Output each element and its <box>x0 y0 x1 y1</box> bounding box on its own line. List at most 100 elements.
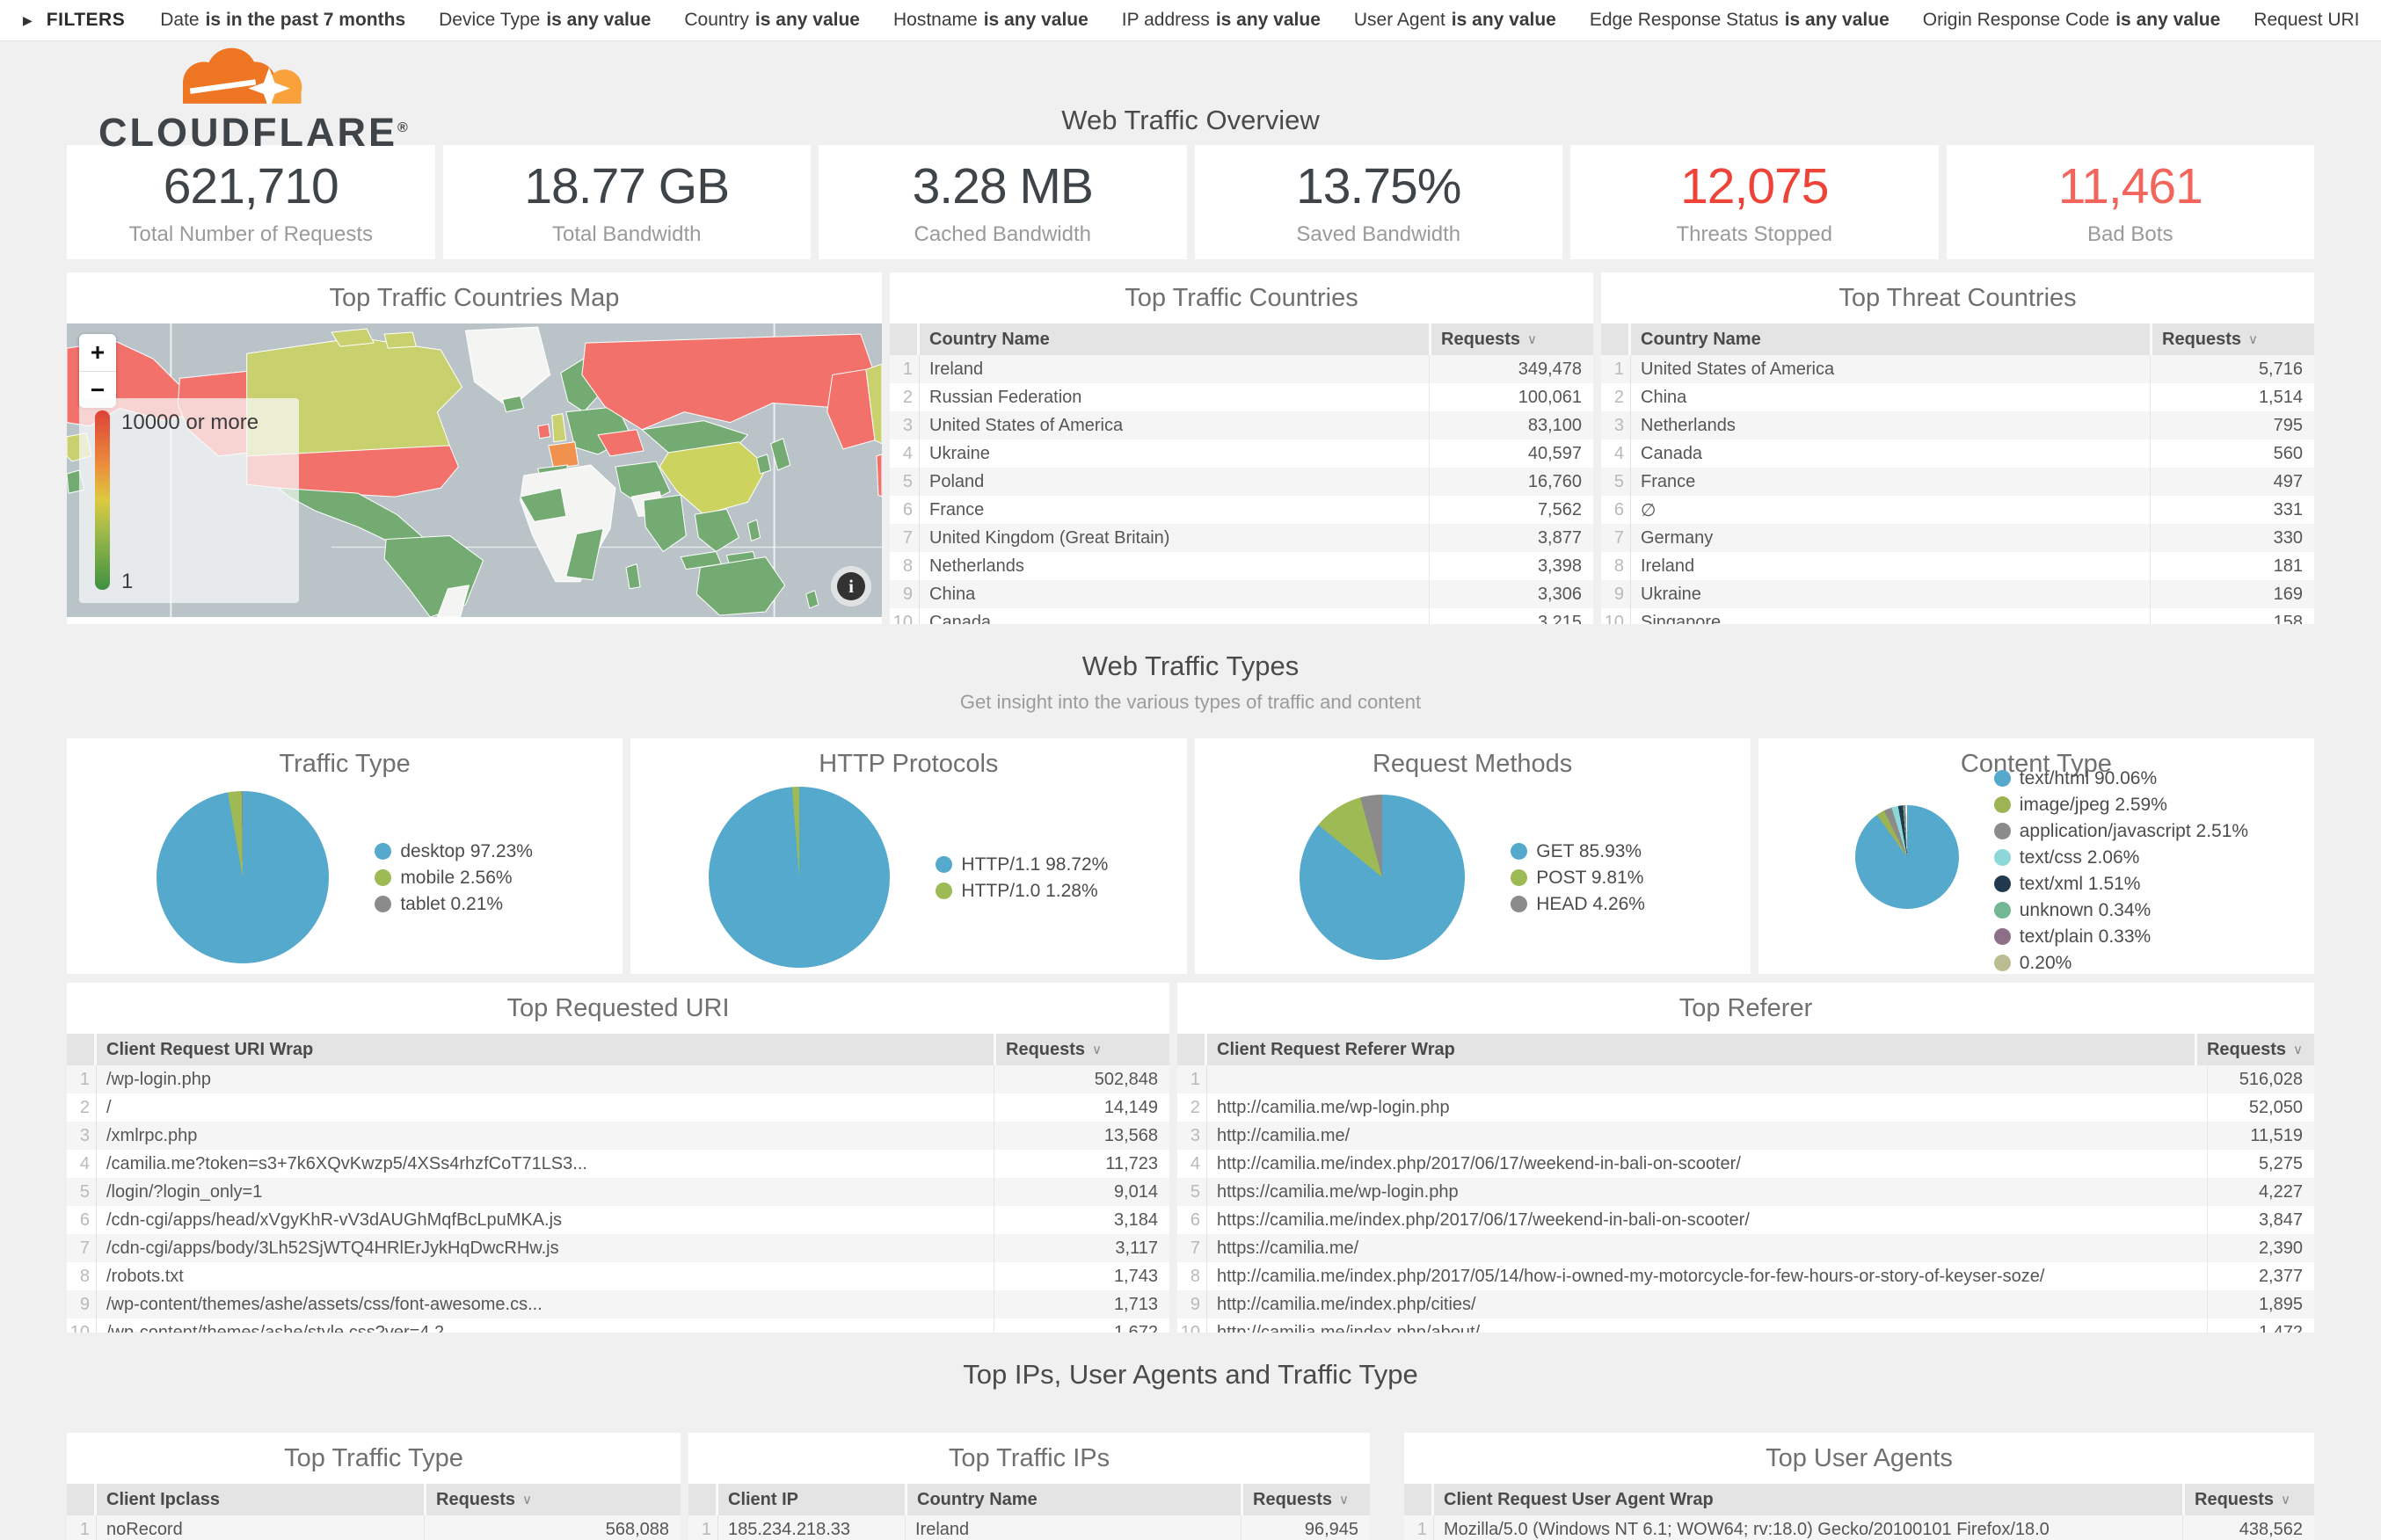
table-row[interactable]: 4 http://camilia.me/index.php/2017/06/17… <box>1177 1150 2314 1178</box>
filter-item[interactable]: Request URIis any value <box>2254 10 2358 31</box>
column-requests[interactable]: Requests∨ <box>1429 323 1593 355</box>
table-row[interactable]: 4 Ukraine 40,597 <box>890 439 1593 468</box>
table-row[interactable]: 5 /login/?login_only=1 9,014 <box>67 1178 1169 1206</box>
legend-item[interactable]: GET 85.93% <box>1511 840 1645 862</box>
table-row[interactable]: 5 Poland 16,760 <box>890 468 1593 496</box>
column-requests[interactable]: Requests∨ <box>2195 1034 2314 1065</box>
filter-item[interactable]: Hostnameis any value <box>893 10 1089 31</box>
table-row[interactable]: 9 Ukraine 169 <box>1601 580 2314 608</box>
filter-item[interactable]: IP addressis any value <box>1122 10 1321 31</box>
column-requests[interactable]: Requests∨ <box>1241 1484 1370 1515</box>
table-row[interactable]: 2 / 14,149 <box>67 1093 1169 1122</box>
table-row[interactable]: 1 Ireland 349,478 <box>890 355 1593 383</box>
filter-item[interactable]: Origin Response Codeis any value <box>1923 10 2221 31</box>
filter-value: is any value <box>1452 10 1556 30</box>
column-user-agent[interactable]: Client Request User Agent Wrap <box>1434 1484 2182 1515</box>
table-row[interactable]: 3 http://camilia.me/ 11,519 <box>1177 1122 2314 1150</box>
table-row[interactable]: 1 Mozilla/5.0 (Windows NT 6.1; WOW64; rv… <box>1404 1515 2314 1540</box>
stat-tile: 621,710 Total Number of Requests <box>67 145 435 259</box>
column-ipclass[interactable]: Client Ipclass <box>97 1484 424 1515</box>
column-requests[interactable]: Requests∨ <box>424 1484 681 1515</box>
table-row[interactable]: 10 Canada 3,215 <box>890 608 1593 624</box>
table-row[interactable]: 1 United States of America 5,716 <box>1601 355 2314 383</box>
table-row[interactable]: 9 China 3,306 <box>890 580 1593 608</box>
table-row[interactable]: 6 France 7,562 <box>890 496 1593 524</box>
filters-label[interactable]: FILTERS <box>47 10 125 31</box>
table-row[interactable]: 9 /wp-content/themes/ashe/assets/css/fon… <box>67 1290 1169 1318</box>
legend-item[interactable]: unknown 0.34% <box>1994 899 2248 921</box>
table-body: 1 185.234.218.33 Ireland 96,945 <box>688 1515 1370 1540</box>
filter-item[interactable]: Countryis any value <box>684 10 860 31</box>
table-row[interactable]: 1 185.234.218.33 Ireland 96,945 <box>688 1515 1370 1540</box>
legend-item[interactable]: text/css 2.06% <box>1994 846 2248 868</box>
table-row[interactable]: 2 Russian Federation 100,061 <box>890 383 1593 411</box>
column-requests[interactable]: Requests∨ <box>994 1034 1169 1065</box>
table-row[interactable]: 6 ∅ 331 <box>1601 496 2314 524</box>
column-country-name[interactable]: Country Name <box>920 323 1429 355</box>
table-row[interactable]: 3 United States of America 83,100 <box>890 411 1593 439</box>
zoom-in-button[interactable]: + <box>79 334 116 371</box>
table-row[interactable]: 5 France 497 <box>1601 468 2314 496</box>
legend-item[interactable]: image/jpeg 2.59% <box>1994 794 2248 816</box>
table-row[interactable]: 7 Germany 330 <box>1601 524 2314 552</box>
table-row[interactable]: 10 /wp-content/themes/ashe/style.css?ver… <box>67 1318 1169 1333</box>
table-row[interactable]: 2 http://camilia.me/wp-login.php 52,050 <box>1177 1093 2314 1122</box>
traffic-type-pie-chart[interactable] <box>157 791 329 963</box>
column-referer[interactable]: Client Request Referer Wrap <box>1207 1034 2195 1065</box>
http-protocols-pie-chart[interactable] <box>709 787 890 968</box>
table-row[interactable]: 6 /cdn-cgi/apps/head/xVgyKhR-vV3dAUGhMqf… <box>67 1206 1169 1234</box>
table-row[interactable]: 6 https://camilia.me/index.php/2017/06/1… <box>1177 1206 2314 1234</box>
table-row[interactable]: 3 Netherlands 795 <box>1601 411 2314 439</box>
table-row[interactable]: 7 /cdn-cgi/apps/body/3Lh52SjWTQ4HRlErJyk… <box>67 1234 1169 1262</box>
legend-item[interactable]: desktop 97.23% <box>375 840 533 862</box>
country-name: Singapore <box>1631 608 2150 624</box>
filters-expand-icon[interactable]: ▶ <box>23 13 33 28</box>
request-methods-pie-chart[interactable] <box>1300 795 1465 960</box>
table-row[interactable]: 3 /xmlrpc.php 13,568 <box>67 1122 1169 1150</box>
legend-item[interactable]: HTTP/1.1 98.72% <box>936 854 1108 875</box>
requests-value: 11,519 <box>2207 1122 2314 1150</box>
legend-item[interactable]: mobile 2.56% <box>375 867 533 889</box>
table-row[interactable]: 8 http://camilia.me/index.php/2017/05/14… <box>1177 1262 2314 1290</box>
table-row[interactable]: 10 http://camilia.me/index.php/about/ 1,… <box>1177 1318 2314 1333</box>
table-row[interactable]: 8 Ireland 181 <box>1601 552 2314 580</box>
legend-item[interactable]: text/plain 0.33% <box>1994 926 2248 948</box>
filter-item[interactable]: Edge Response Statusis any value <box>1590 10 1890 31</box>
table-row[interactable]: 9 http://camilia.me/index.php/cities/ 1,… <box>1177 1290 2314 1318</box>
table-row[interactable]: 1 516,028 <box>1177 1065 2314 1093</box>
table-row[interactable]: 5 https://camilia.me/wp-login.php 4,227 <box>1177 1178 2314 1206</box>
filter-item[interactable]: Device Typeis any value <box>439 10 651 31</box>
legend-item[interactable]: POST 9.81% <box>1511 867 1645 889</box>
map-info-button[interactable]: i <box>831 566 871 607</box>
country-name: Canada <box>920 608 1429 624</box>
panel-title: Top Requested URI <box>67 983 1169 1034</box>
legend-item[interactable]: text/xml 1.51% <box>1994 873 2248 895</box>
column-requests[interactable]: Requests∨ <box>2150 323 2314 355</box>
legend-item[interactable]: tablet 0.21% <box>375 893 533 915</box>
table-row[interactable]: 4 /camilia.me?token=s3+7k6XQvKwzp5/4XSs4… <box>67 1150 1169 1178</box>
column-requests[interactable]: Requests∨ <box>2182 1484 2314 1515</box>
table-row[interactable]: 7 https://camilia.me/ 2,390 <box>1177 1234 2314 1262</box>
legend-item[interactable]: HEAD 4.26% <box>1511 893 1645 915</box>
table-row[interactable]: 8 /robots.txt 1,743 <box>67 1262 1169 1290</box>
column-country-name[interactable]: Country Name <box>905 1484 1241 1515</box>
table-row[interactable]: 2 China 1,514 <box>1601 383 2314 411</box>
content-type-pie-chart[interactable] <box>1855 805 1959 909</box>
table-row[interactable]: 8 Netherlands 3,398 <box>890 552 1593 580</box>
legend-item[interactable]: text/html 90.06% <box>1994 767 2248 789</box>
column-uri[interactable]: Client Request URI Wrap <box>97 1034 994 1065</box>
legend-item[interactable]: application/javascript 2.51% <box>1994 820 2248 842</box>
filter-item[interactable]: Dateis in the past 7 months <box>160 10 405 31</box>
table-row[interactable]: 7 United Kingdom (Great Britain) 3,877 <box>890 524 1593 552</box>
column-client-ip[interactable]: Client IP <box>718 1484 905 1515</box>
table-row[interactable]: 1 noRecord 568,088 <box>67 1515 681 1540</box>
legend-item[interactable]: HTTP/1.0 1.28% <box>936 880 1108 902</box>
map-legend-min: 1 <box>121 570 133 594</box>
legend-item[interactable]: 0.20% <box>1994 952 2248 974</box>
table-row[interactable]: 4 Canada 560 <box>1601 439 2314 468</box>
filter-items: Dateis in the past 7 months Device Typei… <box>160 10 2358 31</box>
column-country-name[interactable]: Country Name <box>1631 323 2150 355</box>
table-row[interactable]: 1 /wp-login.php 502,848 <box>67 1065 1169 1093</box>
table-row[interactable]: 10 Singapore 158 <box>1601 608 2314 624</box>
filter-item[interactable]: User Agentis any value <box>1354 10 1556 31</box>
